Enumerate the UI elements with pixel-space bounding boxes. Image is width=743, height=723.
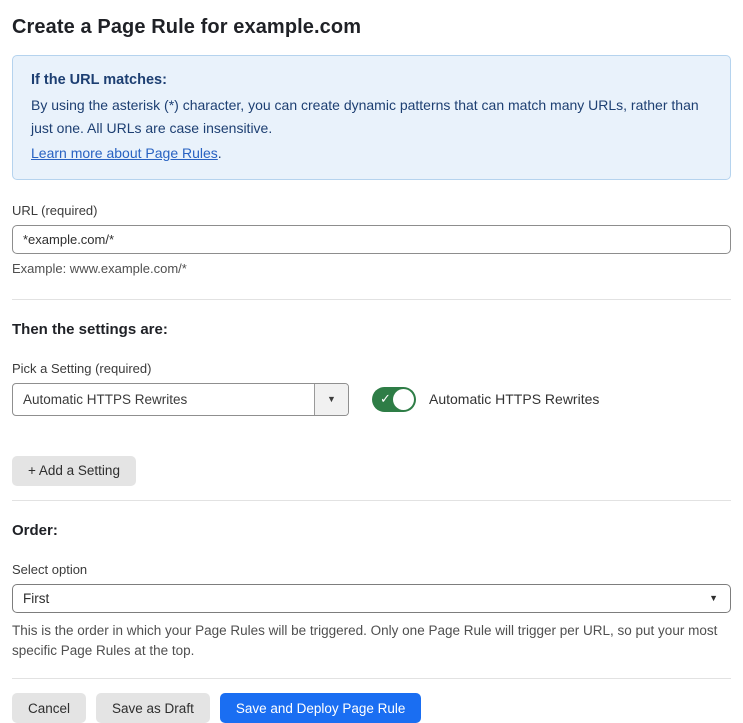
- learn-more-link[interactable]: Learn more about Page Rules: [31, 145, 218, 161]
- order-section-heading: Order:: [12, 521, 58, 539]
- cancel-button[interactable]: Cancel: [12, 693, 87, 723]
- chevron-down-icon: ▼: [327, 394, 336, 404]
- save-as-draft-button[interactable]: Save as Draft: [96, 693, 210, 723]
- link-suffix: .: [217, 144, 222, 161]
- url-example-hint: Example: www.example.com/*: [12, 260, 187, 276]
- order-select-value: First: [23, 590, 50, 606]
- settings-section-heading: Then the settings are:: [12, 320, 168, 338]
- setting-toggle-label: Automatic HTTPS Rewrites: [429, 391, 600, 407]
- divider: [12, 298, 731, 300]
- toggle-knob: [393, 388, 414, 410]
- order-select-label: Select option: [12, 561, 88, 577]
- divider: [12, 499, 731, 501]
- divider: [12, 678, 731, 680]
- setting-select-arrow-button[interactable]: ▼: [314, 383, 348, 415]
- info-box-link-line: Learn more about Page Rules.: [31, 142, 712, 165]
- order-helper-text: This is the order in which your Page Rul…: [12, 622, 718, 659]
- checkmark-icon: ✓: [380, 391, 391, 407]
- add-setting-button[interactable]: + Add a Setting: [12, 455, 136, 486]
- url-input[interactable]: [12, 224, 731, 254]
- create-page-rule-form: Create a Page Rule for example.com If th…: [0, 0, 743, 723]
- page-title: Create a Page Rule for example.com: [12, 16, 362, 38]
- order-select[interactable]: First ▼: [12, 583, 731, 613]
- chevron-down-icon: ▼: [709, 593, 718, 603]
- info-box-body: By using the asterisk (*) character, you…: [31, 97, 699, 137]
- info-box-heading: If the URL matches:: [31, 72, 167, 88]
- url-label: URL (required): [12, 202, 98, 218]
- action-bar: Cancel Save as Draft Save and Deploy Pag…: [12, 693, 731, 723]
- setting-row: Automatic HTTPS Rewrites ▼ ✓ Automatic H…: [12, 382, 731, 416]
- setting-select[interactable]: Automatic HTTPS Rewrites ▼: [12, 382, 349, 416]
- pick-setting-label: Pick a Setting (required): [12, 360, 152, 376]
- setting-toggle[interactable]: ✓: [372, 386, 416, 412]
- url-matches-info-box: If the URL matches: By using the asteris…: [12, 55, 731, 180]
- setting-select-value: Automatic HTTPS Rewrites: [23, 391, 188, 407]
- save-and-deploy-button[interactable]: Save and Deploy Page Rule: [219, 693, 422, 723]
